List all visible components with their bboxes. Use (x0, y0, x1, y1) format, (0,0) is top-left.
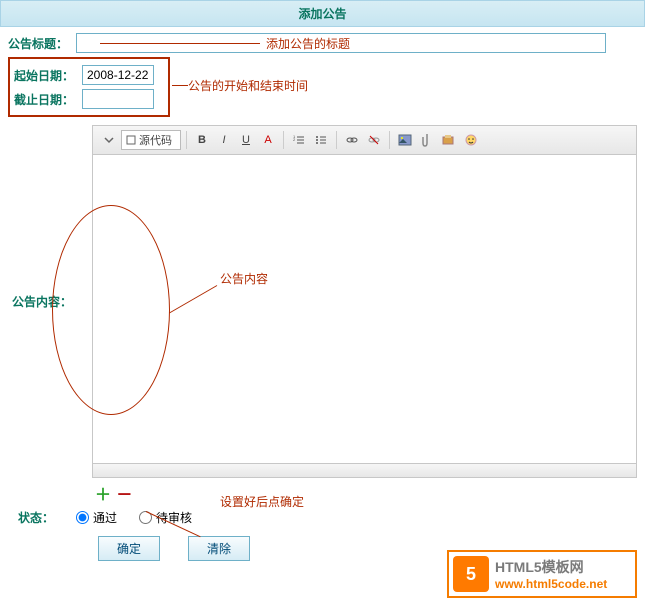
start-date-input[interactable] (82, 65, 154, 85)
media-button[interactable] (439, 130, 459, 150)
unordered-list-button[interactable] (311, 130, 331, 150)
start-date-label: 起始日期： (14, 67, 82, 84)
page-title-bar: 添加公告 (0, 0, 645, 27)
watermark-url: www.html5code.net (495, 577, 607, 591)
source-button[interactable]: 源代码 (121, 130, 181, 150)
watermark-title: HTML5模板网 (495, 557, 607, 577)
annotation-content: 公告内容 (220, 270, 268, 287)
content-label: 公告内容： (12, 295, 72, 309)
emoji-button[interactable] (461, 130, 481, 150)
annotation-title: 添加公告的标题 (266, 35, 350, 52)
source-label: 源代码 (139, 132, 172, 148)
page-title: 添加公告 (298, 7, 346, 21)
separator (336, 131, 337, 149)
bold-button[interactable]: B (192, 130, 212, 150)
ordered-list-button[interactable]: 12 (289, 130, 309, 150)
underline-button[interactable]: U (236, 130, 256, 150)
title-label: 公告标题： (8, 35, 76, 52)
annotation-date: 公告的开始和结束时间 (188, 77, 308, 94)
clear-button[interactable]: 清除 (188, 536, 250, 561)
attachment-button[interactable] (417, 130, 437, 150)
annotation-submit: 设置好后点确定 (220, 493, 304, 510)
status-radio-pass[interactable]: 通过 (76, 509, 117, 526)
annotation-arrow (100, 43, 260, 44)
end-date-label: 截止日期： (14, 91, 82, 108)
watermark-badge: 5 HTML5模板网 www.html5code.net (447, 550, 637, 598)
image-button[interactable] (395, 130, 415, 150)
resize-handle[interactable] (92, 464, 637, 478)
add-button[interactable]: ＋ (94, 484, 112, 502)
radio-pass-label: 通过 (93, 509, 117, 526)
link-button[interactable] (342, 130, 362, 150)
ok-button[interactable]: 确定 (98, 536, 160, 561)
radio-pass-input[interactable] (76, 511, 89, 524)
separator (389, 131, 390, 149)
end-date-input[interactable] (82, 89, 154, 109)
remove-button[interactable]: － (115, 484, 133, 502)
italic-button[interactable]: I (214, 130, 234, 150)
annotation-arrow (172, 85, 188, 86)
editor-toolbar: 源代码 B I U A 12 (92, 125, 637, 154)
separator (283, 131, 284, 149)
watermark-logo: 5 (453, 556, 489, 592)
rich-text-editor: 公告内容 源代码 B I U A 12 (92, 125, 637, 478)
collapse-icon[interactable] (99, 130, 119, 150)
font-color-button[interactable]: A (258, 130, 278, 150)
status-label: 状态： (18, 509, 62, 526)
unlink-button[interactable] (364, 130, 384, 150)
date-section: 起始日期： 截止日期： (8, 57, 170, 117)
svg-text:2: 2 (293, 137, 296, 142)
separator (186, 131, 187, 149)
